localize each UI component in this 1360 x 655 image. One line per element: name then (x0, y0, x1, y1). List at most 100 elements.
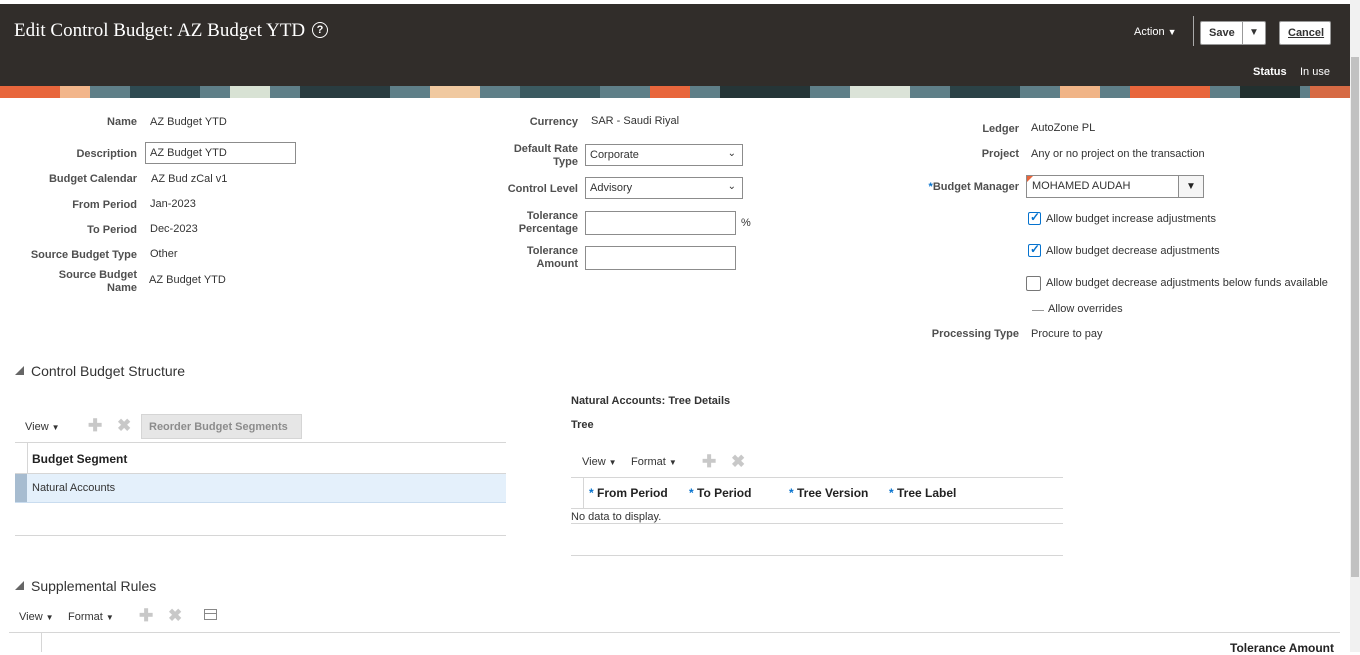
chevron-down-icon: ▼ (608, 458, 617, 467)
increase-adjustments-checkbox[interactable] (1028, 210, 1041, 225)
chevron-down-icon: ▼ (668, 458, 677, 467)
source-budget-type-label: Source Budget Type (30, 249, 137, 261)
tree-table-bottom-border (571, 555, 1063, 556)
save-menu-chevron-icon[interactable]: ▼ (1249, 27, 1259, 38)
tolerance-amount-label: Tolerance Amount (470, 245, 578, 271)
empty-message: No data to display. (571, 511, 662, 523)
required-asterisk: * (689, 486, 694, 500)
tolerance-amount-field[interactable] (585, 246, 736, 270)
add-icon[interactable]: ✚ (88, 416, 102, 436)
table-top-border (15, 442, 506, 443)
table-row[interactable]: Natural Accounts (15, 474, 506, 503)
tree-view-menu[interactable]: View ▼ (582, 456, 617, 468)
tree-format-menu[interactable]: Format ▼ (631, 456, 677, 468)
tree-label-header[interactable]: * Tree Label (889, 486, 956, 500)
tree-table-top-border (571, 477, 1063, 478)
tolerance-amount-label-line1: Tolerance (526, 245, 578, 257)
source-budget-name-label-line2: Name (107, 282, 137, 294)
structure-view-menu[interactable]: View ▼ (25, 421, 60, 433)
collapse-triangle-icon[interactable] (15, 366, 24, 375)
tree-format-label: Format (631, 456, 666, 468)
tree-view-label: View (582, 456, 606, 468)
overrides-dash (1032, 310, 1044, 311)
decrease-adjustments-label: Allow budget decrease adjustments (1046, 245, 1220, 257)
supplemental-format-label: Format (68, 611, 103, 623)
control-level-select[interactable]: Advisory ⌄ (585, 177, 743, 199)
status-value: In use (1300, 66, 1330, 78)
save-label: Save (1209, 27, 1235, 39)
required-asterisk: * (889, 486, 894, 500)
source-budget-type-value: Other (150, 248, 178, 260)
default-rate-type-value: Corporate (590, 149, 639, 161)
source-budget-name-value: AZ Budget YTD (149, 274, 226, 286)
currency-label: Currency (529, 116, 578, 128)
tree-subtitle: Tree (571, 419, 594, 431)
from-period-header[interactable]: * From Period (589, 486, 668, 500)
header-divider (1193, 16, 1194, 46)
to-period-header[interactable]: * To Period (689, 486, 751, 500)
freeze-icon-line (205, 613, 216, 614)
help-icon[interactable]: ? (312, 22, 328, 38)
required-flag-icon (1027, 176, 1033, 182)
currency-value: SAR - Saudi Riyal (591, 115, 680, 127)
add-icon[interactable]: ✚ (139, 606, 153, 626)
budget-manager-label: *Budget Manager (900, 181, 1019, 194)
decrease-adjustments-checkbox[interactable] (1028, 242, 1041, 257)
cancel-button[interactable]: Cancel (1279, 21, 1331, 45)
supplemental-table-top-border (9, 632, 1340, 633)
chevron-down-icon: ▼ (1167, 27, 1177, 37)
budget-manager-label-text: Budget Manager (932, 181, 1019, 193)
structure-view-label: View (25, 421, 49, 433)
page-scrollbar-thumb[interactable] (1351, 57, 1359, 577)
percent-sign: % (741, 217, 751, 229)
page-header: Edit Control Budget: AZ Budget YTD ? Act… (0, 4, 1350, 88)
supplemental-section-title[interactable]: Supplemental Rules (31, 578, 156, 594)
reorder-label: Reorder Budget Segments (149, 421, 288, 433)
delete-icon[interactable]: ✖ (168, 606, 182, 626)
default-rate-type-label: Default Rate Type (470, 143, 578, 169)
below-funds-checkbox[interactable] (1026, 276, 1041, 291)
add-icon[interactable]: ✚ (702, 452, 716, 472)
tolerance-percentage-field[interactable] (585, 211, 736, 235)
from-period-label: From Period (72, 199, 137, 211)
project-value: Any or no project on the transaction (1031, 148, 1205, 160)
budget-manager-field[interactable]: MOHAMED AUDAH ▼ (1026, 175, 1204, 198)
budget-manager-value: MOHAMED AUDAH (1032, 180, 1131, 192)
default-rate-label-line1: Default Rate (513, 143, 578, 155)
tree-version-header[interactable]: * Tree Version (789, 486, 868, 500)
default-rate-type-select[interactable]: Corporate ⌄ (585, 144, 743, 166)
source-budget-name-label: Source Budget Name (20, 269, 137, 295)
supplemental-format-menu[interactable]: Format ▼ (68, 611, 114, 623)
to-period-value: Dec-2023 (150, 223, 198, 235)
structure-section-title[interactable]: Control Budget Structure (31, 363, 185, 379)
delete-icon[interactable]: ✖ (731, 452, 745, 472)
chevron-down-icon: ⌄ (727, 148, 736, 159)
freeze-columns-icon[interactable] (204, 609, 217, 620)
reorder-segments-button[interactable]: Reorder Budget Segments (141, 414, 302, 439)
description-label: Description (76, 148, 137, 160)
tolerance-amount-header[interactable]: Tolerance Amount (1230, 641, 1334, 655)
status-label: Status (1253, 66, 1287, 78)
to-period-label: To Period (87, 224, 137, 236)
dropdown-button[interactable]: ▼ (1178, 176, 1203, 197)
chevron-down-icon: ▼ (45, 613, 54, 622)
below-funds-label: Allow budget decrease adjustments below … (1046, 277, 1328, 289)
description-field[interactable]: AZ Budget YTD (145, 142, 296, 164)
collapse-triangle-icon[interactable] (15, 581, 24, 590)
source-budget-name-label-line1: Source Budget (58, 269, 137, 281)
delete-icon[interactable]: ✖ (117, 416, 131, 436)
action-menu[interactable]: Action ▼ (1134, 26, 1177, 38)
ledger-value: AutoZone PL (1031, 122, 1096, 134)
save-button[interactable]: Save ▼ (1200, 21, 1266, 45)
chevron-down-icon: ⌄ (727, 181, 736, 192)
budget-segment-header[interactable]: Budget Segment (32, 452, 127, 466)
tree-table-col-divider (583, 478, 584, 508)
table-col-divider (27, 443, 28, 473)
table-bottom-border (15, 535, 506, 536)
budget-calendar-value: AZ Bud zCal v1 (151, 173, 228, 185)
decorative-banner (0, 86, 1350, 98)
supplemental-view-menu[interactable]: View ▼ (19, 611, 54, 623)
required-asterisk: * (789, 486, 794, 500)
control-level-value: Advisory (590, 182, 633, 194)
row-selector[interactable] (15, 474, 27, 502)
